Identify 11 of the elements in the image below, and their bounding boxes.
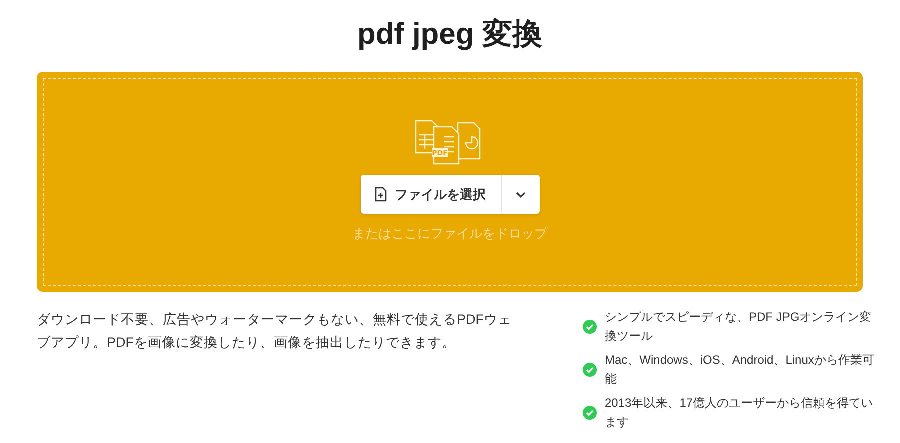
check-circle-icon bbox=[583, 406, 597, 420]
page-title: pdf jpeg 変換 bbox=[356, 16, 544, 53]
file-plus-icon bbox=[375, 187, 387, 202]
chevron-down-icon bbox=[514, 190, 526, 198]
drop-hint: またはここにファイルをドロップ bbox=[352, 225, 548, 243]
feature-text: 2013年以来、17億人のユーザーから信頼を得ています bbox=[605, 395, 874, 431]
feature-text: Mac、Windows、iOS、Android、Linuxから作業可能 bbox=[605, 352, 876, 388]
description-text: ダウンロード不要、広告やウォーターマークもない、無料で使えるPDFウェブアプリ。PDFを画像に変換したり、画像を抽出したりできます。 bbox=[37, 311, 512, 352]
check-circle-icon bbox=[583, 320, 597, 334]
check-circle-icon bbox=[583, 363, 597, 377]
feature-text: シンプルでスピーディな、PDF JPGオンライン変換ツール bbox=[605, 309, 873, 345]
